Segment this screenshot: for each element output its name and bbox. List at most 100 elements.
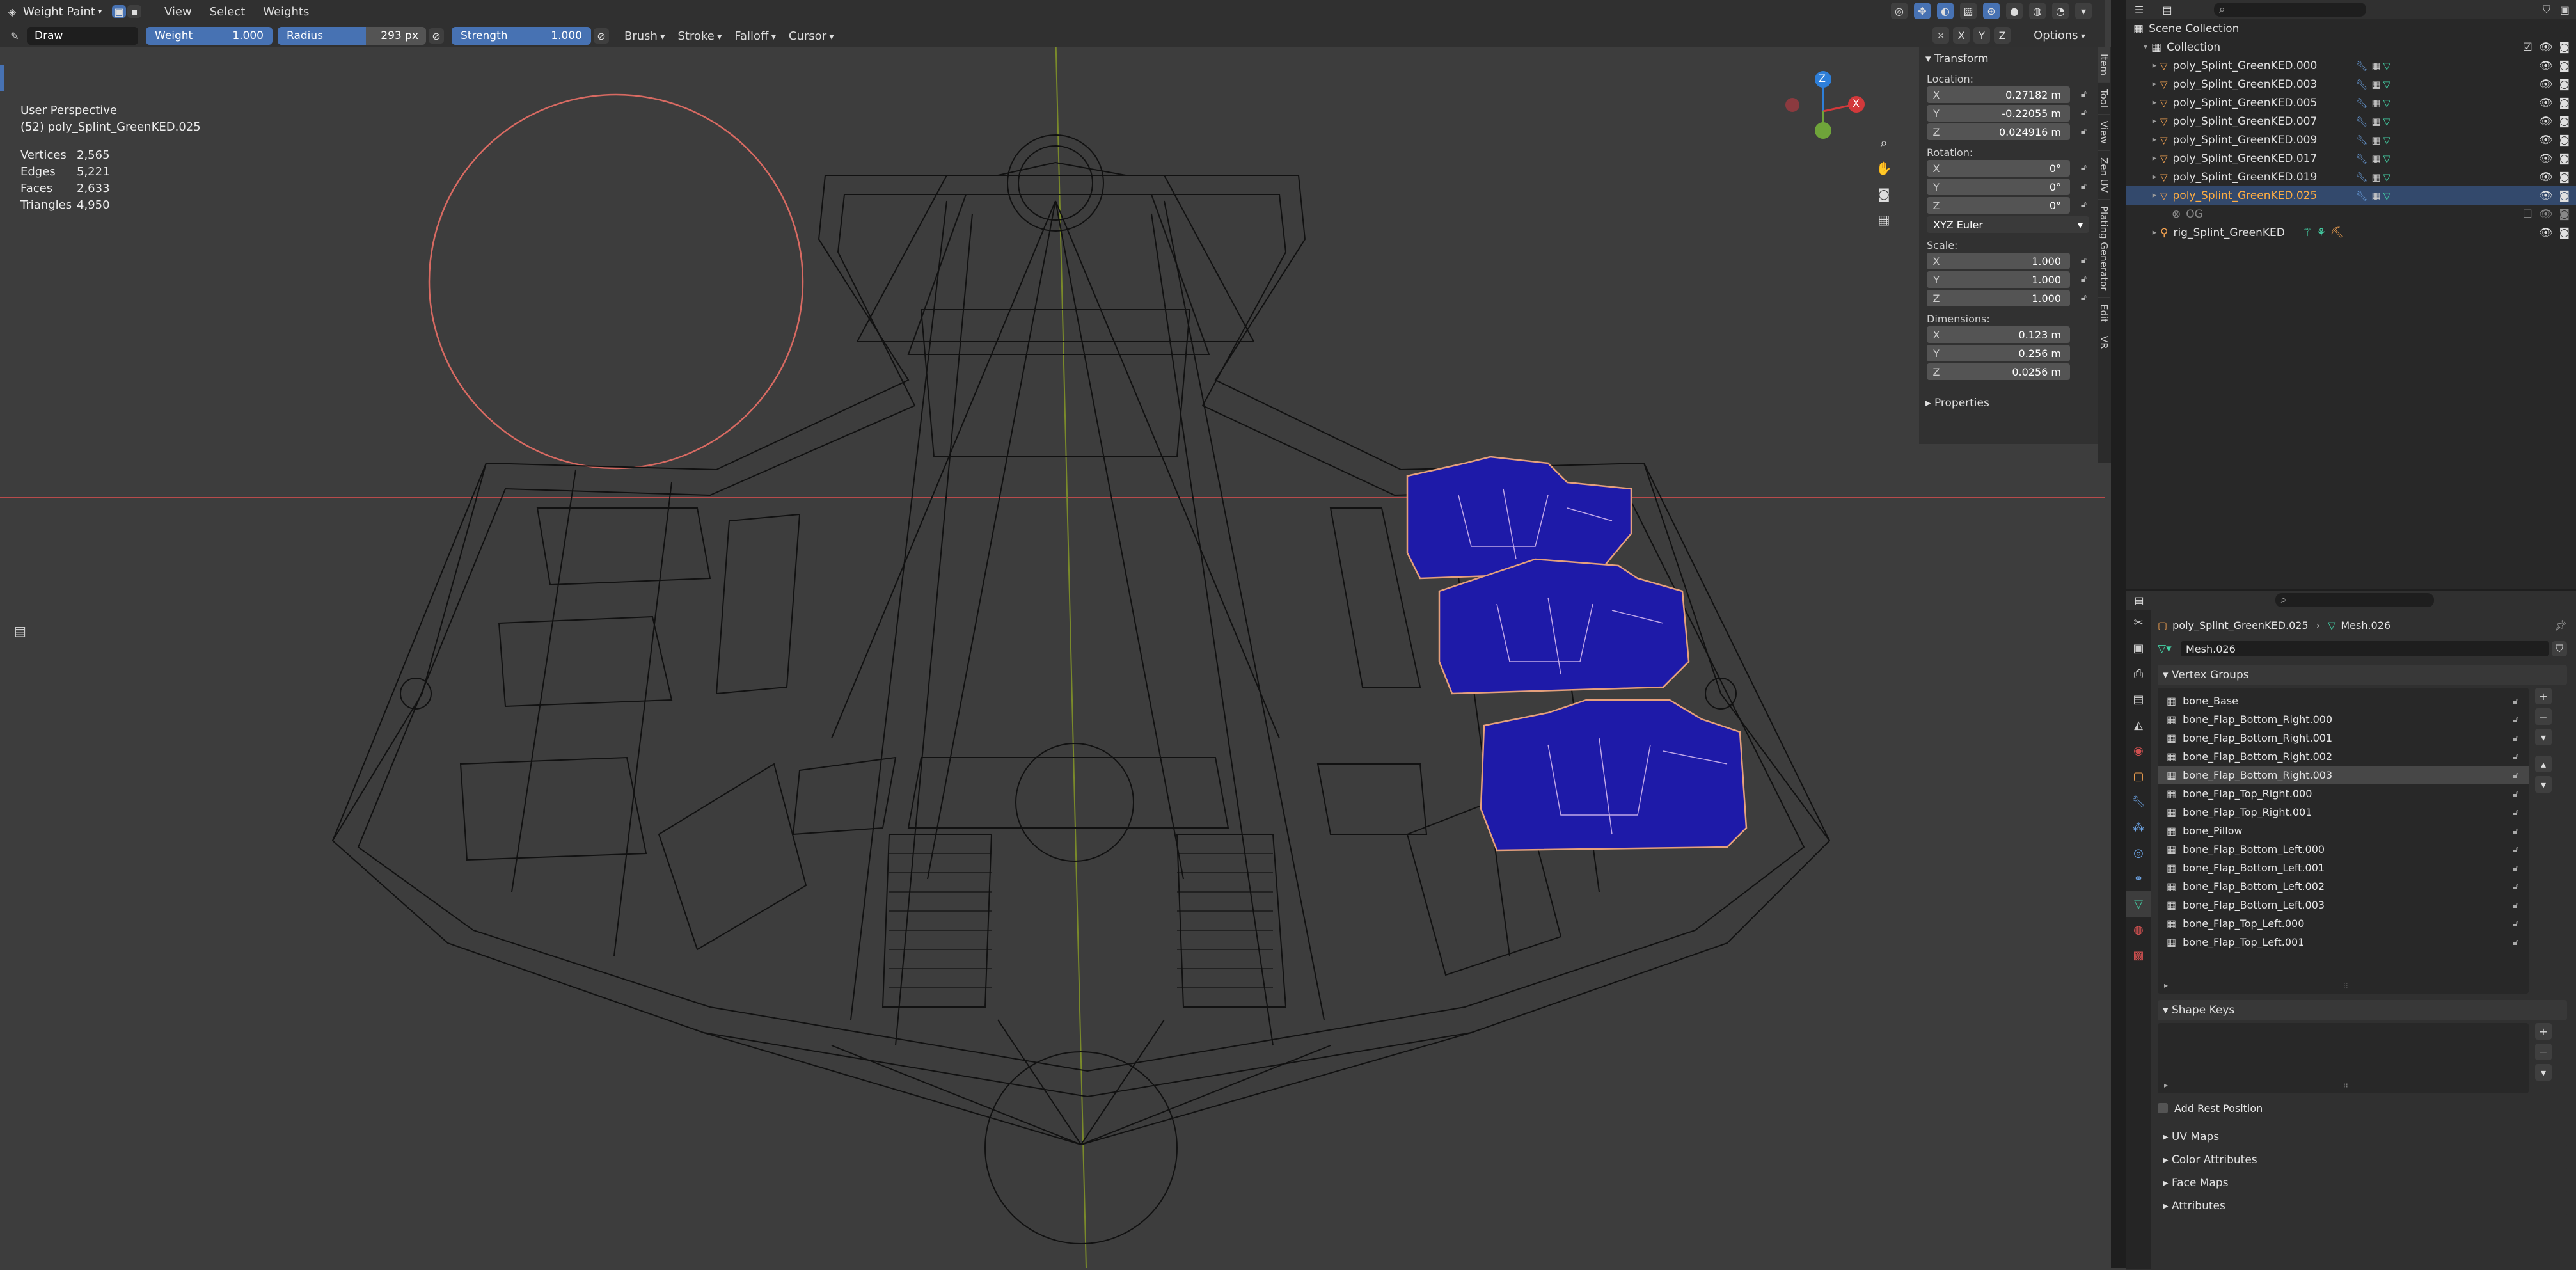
tab-vr[interactable]: VR — [2098, 329, 2110, 357]
expand-icon[interactable]: ▸ — [2149, 172, 2160, 182]
vertex-groups-panel-header[interactable]: ▾ Vertex Groups — [2158, 665, 2567, 685]
add-vertex-group-button[interactable]: + — [2535, 688, 2552, 704]
menu-select[interactable]: Select — [201, 5, 255, 19]
texture-tab-icon[interactable]: ▩ — [2126, 942, 2151, 968]
pin-icon[interactable]: 📌︎ — [2554, 619, 2567, 631]
color-attributes-panel-header[interactable]: ▸ Color Attributes — [2158, 1150, 2567, 1170]
uv-maps-panel-header[interactable]: ▸ UV Maps — [2158, 1127, 2567, 1147]
lock-icon[interactable]: 🔓︎ — [2513, 826, 2518, 836]
strength-slider[interactable]: Strength 1.000 — [452, 27, 591, 45]
editor-type-icon[interactable]: ◈ — [4, 3, 20, 20]
dimensions-y-field[interactable]: Y 0.256 m — [1927, 345, 2070, 361]
eye-icon[interactable]: 👁︎ — [2539, 115, 2553, 128]
xray-toggle-icon[interactable]: ▨ — [1960, 3, 1977, 19]
properties-search-input[interactable]: ⌕ — [2275, 593, 2434, 607]
scene-tab-icon[interactable]: ◭ — [2126, 712, 2151, 738]
outliner-object-row[interactable]: ▸ ▽ poly_Splint_GreenKED.000 🔧︎ ▦ ▽ 👁︎ ◙ — [2126, 56, 2576, 75]
camera-icon[interactable]: ◙ — [1876, 186, 1892, 202]
shading-options-icon[interactable]: ▾ — [2075, 3, 2092, 19]
lock-icon[interactable]: 🔓︎ — [2513, 807, 2518, 818]
cursor-dropdown[interactable]: Cursor — [782, 29, 841, 43]
eye-icon[interactable]: 👁︎ — [2539, 171, 2553, 184]
area-divider[interactable] — [2111, 0, 2126, 1268]
dimensions-z-field[interactable]: Z 0.0256 m — [1927, 363, 2070, 380]
camera-icon[interactable]: ◙ — [2559, 115, 2570, 128]
display-mode-icon[interactable]: ▤ — [2159, 1, 2176, 18]
transform-panel-header[interactable]: ▾ Transform — [1919, 47, 2098, 70]
expand-icon[interactable]: ▸ — [2149, 116, 2160, 126]
outliner-object-row[interactable]: ▸ ▽ poly_Splint_GreenKED.007 🔧︎ ▦ ▽ 👁︎ ◙ — [2126, 112, 2576, 131]
lock-icon[interactable]: 🔓︎ — [2513, 715, 2518, 725]
menu-weights[interactable]: Weights — [254, 5, 318, 19]
mirror-x-toggle[interactable]: X — [1953, 27, 1970, 44]
eye-icon[interactable]: 👁︎ — [2539, 134, 2553, 147]
outliner-object-row[interactable]: ▸ ▽ poly_Splint_GreenKED.025 🔧︎ ▦ ▽ 👁︎ ◙ — [2126, 186, 2576, 205]
tab-edit[interactable]: Edit — [2098, 298, 2110, 330]
move-down-icon[interactable]: ▾ — [2535, 776, 2552, 793]
face-maps-panel-header[interactable]: ▸ Face Maps — [2158, 1173, 2567, 1193]
vertex-group-row[interactable]: ▦ bone_Flap_Top_Left.001 🔓︎ — [2158, 933, 2529, 951]
add-shape-key-button[interactable]: + — [2535, 1023, 2552, 1040]
lock-icon[interactable]: 🔓︎ — [2513, 733, 2518, 743]
camera-icon[interactable]: ◙ — [2559, 78, 2570, 91]
shading-rendered-icon[interactable]: ◔ — [2052, 3, 2069, 19]
vertex-group-row[interactable]: ▦ bone_Flap_Bottom_Left.001 🔓︎ — [2158, 859, 2529, 877]
location-z-field[interactable]: Z 0.024916 m 🔓︎ — [1927, 123, 2087, 140]
vertex-group-row[interactable]: ▦ bone_Base 🔓︎ — [2158, 692, 2529, 710]
expand-icon[interactable]: ▸ — [2149, 98, 2160, 107]
shape-key-list[interactable]: ▸ ⁝⁝ — [2158, 1023, 2529, 1093]
radius-slider[interactable]: Radius — [278, 27, 366, 45]
options-dropdown[interactable]: Options — [2027, 29, 2092, 42]
tool-tab-icon[interactable]: ✂ — [2126, 610, 2151, 635]
lock-icon[interactable]: 🔓︎ — [2513, 900, 2518, 910]
radius-value[interactable]: 293 px — [366, 27, 426, 45]
modifier-tab-icon[interactable]: 🔧︎ — [2126, 789, 2151, 814]
face-mask-icon[interactable]: ▣ — [112, 5, 127, 18]
outliner-object-row[interactable]: ▸ ▽ poly_Splint_GreenKED.003 🔧︎ ▦ ▽ 👁︎ ◙ — [2126, 75, 2576, 93]
camera-icon[interactable]: ◙ — [2559, 189, 2570, 202]
eye-icon[interactable]: 👁︎ — [2539, 152, 2553, 165]
list-resize-grip[interactable]: ⁝⁝ — [2343, 1081, 2348, 1090]
expand-icon[interactable]: ▸ — [2149, 154, 2160, 163]
fake-user-icon[interactable]: ⛉ — [2552, 641, 2567, 656]
output-tab-icon[interactable]: ⎙ — [2126, 661, 2151, 687]
expand-icon[interactable]: ▸ — [2149, 135, 2160, 145]
rig-row[interactable]: ▸ ⚲ rig_Splint_GreenKED ⚚ ⚘ ⛏ 👁︎ ◙ — [2126, 223, 2576, 242]
weight-slider[interactable]: Weight 1.000 — [146, 27, 273, 45]
vertex-group-list[interactable]: ▦ bone_Base 🔓︎ ▦ bone_Flap_Bottom_Right.000 🔓… — [2158, 688, 2529, 994]
scene-collection-row[interactable]: ▦ Scene Collection — [2126, 19, 2576, 38]
location-y-field[interactable]: Y -0.22055 m 🔓︎ — [1927, 105, 2087, 122]
stroke-dropdown[interactable]: Stroke — [671, 29, 728, 43]
vertex-group-row[interactable]: ▦ bone_Flap_Bottom_Right.003 🔓︎ — [2158, 766, 2529, 784]
mesh-name-field[interactable]: Mesh.026 — [2181, 641, 2549, 656]
expand-icon[interactable]: ▸ — [2149, 61, 2160, 70]
view-layer-tab-icon[interactable]: ▤ — [2126, 687, 2151, 712]
vertex-group-row[interactable]: ▦ bone_Flap_Bottom_Right.002 🔓︎ — [2158, 747, 2529, 766]
camera-icon[interactable]: ◙ — [2559, 171, 2570, 184]
properties-editor-icon[interactable]: ▤ — [2131, 592, 2147, 608]
expand-icon[interactable]: ▸ — [2149, 191, 2160, 200]
mesh-data-tab-icon[interactable]: ▽ — [2126, 891, 2151, 917]
menu-view[interactable]: View — [155, 5, 201, 19]
outliner-object-row[interactable]: ▸ ▽ poly_Splint_GreenKED.019 🔧︎ ▦ ▽ 👁︎ ◙ — [2126, 168, 2576, 186]
gizmo-toggle-icon[interactable]: ✥ — [1914, 3, 1931, 19]
material-tab-icon[interactable]: ◍ — [2126, 917, 2151, 942]
add-rest-position-checkbox[interactable] — [2158, 1103, 2168, 1113]
shading-material-icon[interactable]: ◍ — [2029, 3, 2046, 19]
shape-key-specials-icon[interactable]: ▾ — [2535, 1064, 2552, 1081]
properties-panel-header[interactable]: ▸ Properties — [1919, 392, 2098, 415]
vertex-group-specials-icon[interactable]: ▾ — [2535, 729, 2552, 745]
mirror-z-toggle[interactable]: Z — [1994, 27, 2011, 44]
lock-icon[interactable]: 🔓︎ — [2513, 770, 2518, 781]
object-tab-icon[interactable]: ▢ — [2126, 763, 2151, 789]
pan-hand-icon[interactable]: ✋ — [1876, 160, 1892, 177]
scale-x-field[interactable]: X 1.000 🔓︎ — [1927, 253, 2087, 269]
tab-zen-uv[interactable]: Zen UV — [2098, 151, 2110, 200]
toolbar-toggle-icon[interactable]: ▤ — [14, 623, 26, 639]
strength-pressure-icon[interactable]: ⊘ — [594, 28, 609, 44]
scale-z-field[interactable]: Z 1.000 🔓︎ — [1927, 290, 2087, 306]
list-resize-grip[interactable]: ⁝⁝ — [2343, 981, 2348, 990]
outliner-editor-icon[interactable]: ☰ — [2131, 1, 2147, 18]
eye-icon[interactable]: 👁︎ — [2539, 189, 2553, 202]
rotation-y-field[interactable]: Y 0° 🔓︎ — [1927, 179, 2087, 195]
